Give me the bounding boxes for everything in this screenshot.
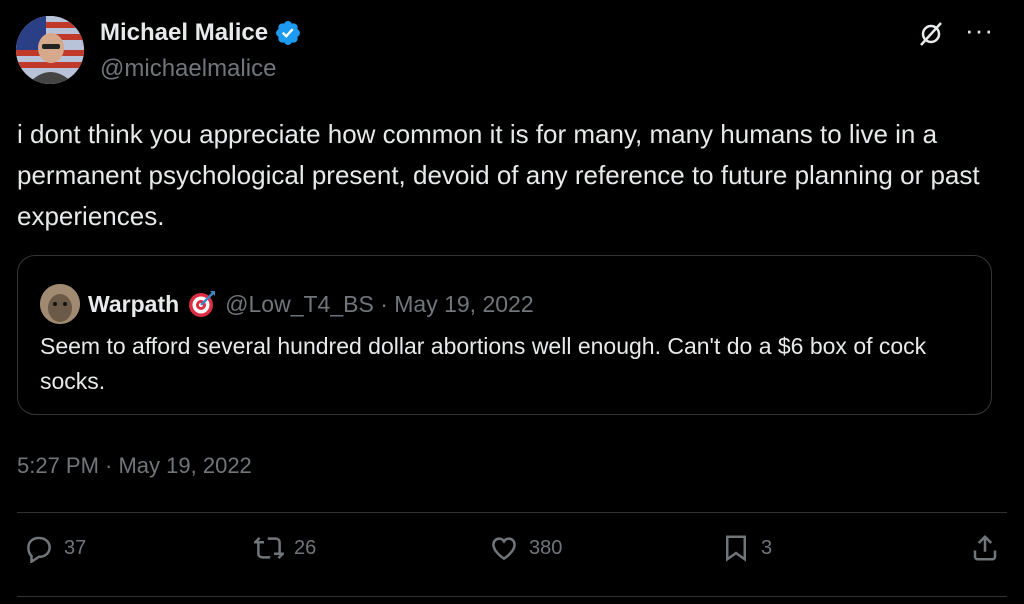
heart-icon <box>492 537 516 561</box>
direct-hit-target-icon <box>189 291 216 317</box>
divider <box>17 596 1007 597</box>
like-count: 380 <box>529 536 563 559</box>
bookmark-icon <box>726 535 746 562</box>
author-handle[interactable]: @michaelmalice <box>100 55 276 83</box>
quoted-avatar-image <box>40 284 80 324</box>
avatar-image <box>16 16 84 84</box>
quoted-tweet-text: Seem to afford several hundred dollar ab… <box>40 333 927 394</box>
bookmark-button[interactable]: 3 <box>721 533 772 563</box>
author-name[interactable]: Michael Malice <box>100 19 268 47</box>
action-bar: 37 26 380 3 <box>24 533 1000 573</box>
reply-count: 37 <box>64 536 87 559</box>
author-avatar[interactable] <box>16 16 84 84</box>
reply-icon <box>27 536 51 563</box>
grok-icon[interactable] <box>917 20 945 48</box>
repost-count: 26 <box>294 536 317 559</box>
share-icon <box>973 534 997 561</box>
quoted-tweet[interactable]: Warpath @Low_T4_BS · May 19, 2022 Seem t… <box>17 255 992 415</box>
divider <box>17 512 1007 513</box>
tweet-timestamp[interactable]: 5:27 PM · May 19, 2022 <box>17 453 252 479</box>
tweet-text: i dont think you appreciate how common i… <box>17 119 980 231</box>
more-options-icon[interactable]: ··· <box>965 17 994 43</box>
reply-button[interactable]: 37 <box>24 533 86 563</box>
like-button[interactable]: 380 <box>489 533 562 563</box>
quoted-handle-date: @Low_T4_BS · May 19, 2022 <box>225 290 534 317</box>
repost-button[interactable]: 26 <box>254 533 316 563</box>
quoted-author-avatar[interactable] <box>40 284 80 324</box>
quoted-author-name[interactable]: Warpath <box>88 291 179 318</box>
repost-icon <box>254 536 284 560</box>
share-button[interactable] <box>970 533 1000 563</box>
bookmark-count: 3 <box>761 536 773 559</box>
verified-badge-icon <box>276 21 301 45</box>
